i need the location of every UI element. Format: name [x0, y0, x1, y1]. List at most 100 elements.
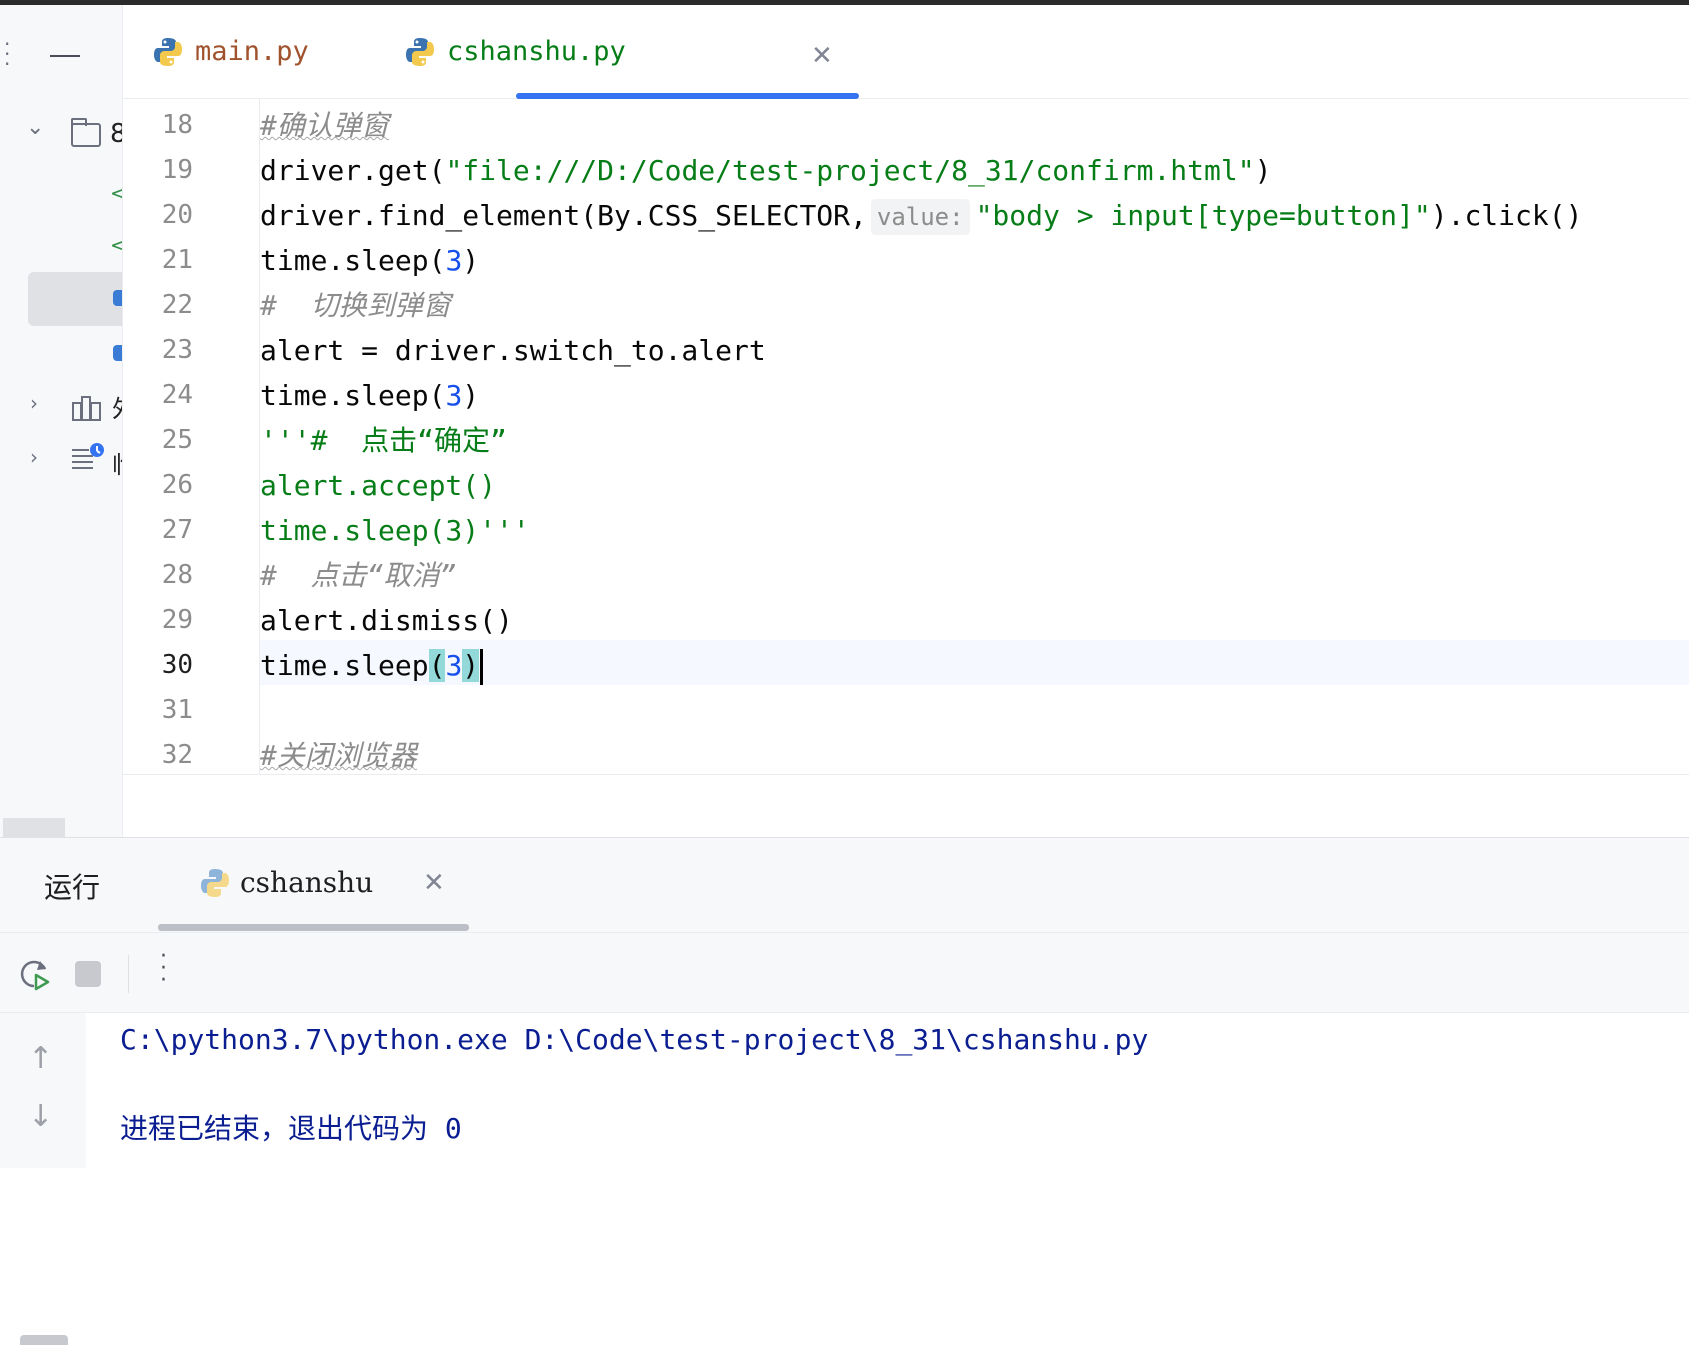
- code-line-24[interactable]: time.sleep(3): [260, 373, 1689, 418]
- more-options-icon[interactable]: · · ·: [160, 946, 168, 992]
- code-editor[interactable]: #确认弹窗 driver.get("file:///D:/Code/test-p…: [260, 99, 1689, 774]
- tab-main-py[interactable]: main.py: [153, 5, 309, 98]
- code-line-22[interactable]: # 切换到弹窗: [260, 283, 1689, 328]
- code-line-25[interactable]: '''# 点击“确定”: [260, 418, 1689, 463]
- comment: #关闭浏览器: [260, 739, 417, 772]
- run-panel-title: 运行: [44, 871, 101, 904]
- code-line-19[interactable]: driver.get("file:///D:/Code/test-project…: [260, 148, 1689, 193]
- chevron-right-icon[interactable]: ›: [30, 391, 38, 415]
- stop-icon[interactable]: [75, 961, 101, 987]
- code-line-31[interactable]: [260, 688, 1689, 733]
- line-number: 28: [161, 560, 193, 590]
- line-number: 32: [161, 740, 193, 770]
- project-folder-label[interactable]: 8: [110, 119, 122, 149]
- html-file-icon[interactable]: <: [110, 181, 122, 205]
- console-gutter: ↑ ↓: [0, 1013, 86, 1345]
- code-line-27[interactable]: time.sleep(3)''': [260, 508, 1689, 553]
- number-literal: 3: [445, 649, 463, 682]
- python-icon: [406, 37, 434, 66]
- line-number: 21: [161, 245, 193, 275]
- code-line-21[interactable]: time.sleep(3): [260, 238, 1689, 283]
- string-literal: "file:///D:/Code/test-project/8_31/confi…: [445, 154, 1255, 187]
- parameter-hint: value:: [870, 199, 970, 235]
- rerun-icon[interactable]: [18, 957, 52, 991]
- code-line-28[interactable]: # 点击“取消”: [260, 553, 1689, 598]
- string-literal: alert.accept(): [260, 469, 497, 502]
- tab-label: cshanshu.py: [447, 36, 626, 67]
- comment: #确认弹窗: [260, 109, 389, 142]
- console-output[interactable]: C:\python3.7\python.exe D:\Code\test-pro…: [86, 1013, 1689, 1168]
- arrow-down-icon[interactable]: ↓: [28, 1099, 53, 1134]
- tab-label: main.py: [195, 36, 309, 67]
- console-exit-code: 0: [444, 1112, 462, 1145]
- console-exit-line: 进程已结束，退出代码为 0: [120, 1107, 462, 1147]
- folder-icon: [71, 118, 101, 147]
- tab-cshanshu-py[interactable]: cshanshu.py: [405, 5, 626, 98]
- run-toolbar: · · ·: [0, 932, 1689, 1013]
- more-options-icon[interactable]: · · ·: [4, 34, 14, 74]
- line-number: 27: [161, 515, 193, 545]
- text-caret: [480, 649, 484, 685]
- line-number-gutter: 18 19 20 21 22 23 24 25 26 27 28 29 30 3…: [123, 99, 260, 774]
- code-line-30[interactable]: time.sleep(3): [260, 643, 1689, 688]
- code-token: ): [1254, 154, 1272, 187]
- code-line-20[interactable]: driver.find_element(By.CSS_SELECTOR, valu…: [260, 193, 1689, 238]
- line-number: 23: [161, 335, 193, 365]
- html-file-icon[interactable]: <: [110, 233, 122, 257]
- code-token: ): [462, 379, 480, 412]
- string-literal: time.sleep(3)''': [260, 514, 530, 547]
- external-libraries-icon: [72, 396, 101, 421]
- code-token: alert = driver.switch_to.alert: [260, 334, 766, 367]
- editor-tab-bar: main.py cshanshu.py ✕: [123, 5, 1689, 99]
- run-tab-indicator: [158, 924, 469, 931]
- run-tab-cshanshu[interactable]: cshanshu: [200, 866, 373, 899]
- line-number: 19: [161, 155, 193, 185]
- run-tool-window: 运行 cshanshu ✕ · · · ↑ ↓ C:\python3.7\pytho…: [0, 837, 1689, 1345]
- code-line-26[interactable]: alert.accept(): [260, 463, 1689, 508]
- toolbar-separator: [128, 955, 129, 993]
- project-sidebar: ··· ⌄ 8 < < › 外 › 临: [0, 5, 123, 837]
- sidebar-scrollbar[interactable]: [3, 818, 65, 837]
- scratches-label[interactable]: 临: [112, 445, 122, 480]
- console-scrollbar[interactable]: [20, 1335, 68, 1345]
- code-token: ).click(): [1430, 199, 1583, 232]
- close-icon[interactable]: ✕: [423, 868, 445, 898]
- matched-paren: ): [462, 649, 480, 682]
- string-literal: "body > input[type=button]": [975, 199, 1431, 232]
- matched-paren: (: [428, 649, 446, 682]
- run-tab-label: cshanshu: [240, 866, 374, 899]
- selected-tree-item[interactable]: [28, 272, 122, 326]
- line-number-current: 30: [161, 650, 193, 680]
- code-token: time.sleep: [260, 649, 429, 682]
- code-token: ): [462, 244, 480, 277]
- code-token: alert.dismiss(): [260, 604, 513, 637]
- code-line-32[interactable]: #关闭浏览器: [260, 733, 1689, 774]
- editor-empty-area: [123, 774, 1689, 838]
- code-line-23[interactable]: alert = driver.switch_to.alert: [260, 328, 1689, 373]
- code-token: driver.find_element(By.CSS_SELECTOR,: [260, 199, 867, 232]
- code-token: time.sleep(: [260, 379, 446, 412]
- chevron-right-icon[interactable]: ›: [30, 445, 38, 469]
- arrow-up-icon[interactable]: ↑: [28, 1041, 53, 1076]
- line-number: 22: [161, 290, 193, 320]
- comment: # 点击“取消”: [260, 559, 457, 592]
- line-number: 18: [161, 110, 193, 140]
- line-number: 26: [161, 470, 193, 500]
- python-icon: [154, 37, 182, 66]
- line-number: 29: [161, 605, 193, 635]
- external-libraries-label[interactable]: 外: [112, 389, 122, 424]
- minimize-icon[interactable]: [50, 55, 80, 57]
- code-token: time.sleep(: [260, 244, 446, 277]
- comment: # 切换到弹窗: [260, 289, 451, 322]
- close-icon[interactable]: ✕: [811, 41, 833, 71]
- python-file-icon: [113, 345, 122, 361]
- chevron-down-icon[interactable]: ⌄: [26, 115, 44, 140]
- line-number: 24: [161, 380, 193, 410]
- console-command-line: C:\python3.7\python.exe D:\Code\test-pro…: [120, 1023, 1149, 1056]
- console-exit-text: 进程已结束，退出代码为: [120, 1112, 445, 1145]
- python-icon: [201, 868, 229, 897]
- code-line-29[interactable]: alert.dismiss(): [260, 598, 1689, 643]
- python-file-icon: [113, 290, 122, 306]
- line-number: 20: [161, 200, 193, 230]
- code-line-18[interactable]: #确认弹窗: [260, 103, 1689, 148]
